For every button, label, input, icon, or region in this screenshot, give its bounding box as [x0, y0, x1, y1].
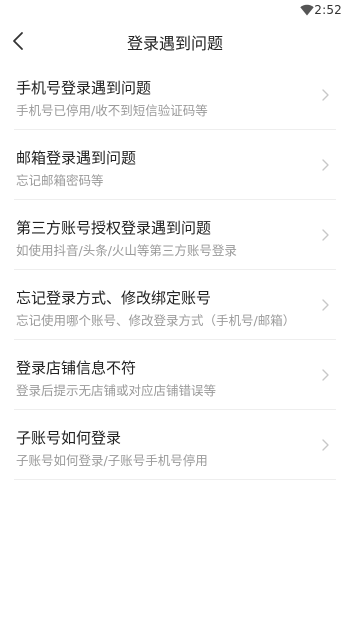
list-item-title: 第三方账号授权登录遇到问题 — [16, 219, 212, 237]
list-item-phone-login[interactable]: 手机号登录遇到问题 手机号已停用/收不到短信验证码等 — [14, 60, 336, 130]
list-item-subtitle: 忘记邮箱密码等 — [16, 173, 104, 188]
list-item-title: 子账号如何登录 — [16, 429, 122, 447]
chevron-right-icon — [322, 229, 329, 241]
nav-bar: 登录遇到问题 — [0, 22, 350, 60]
list-item-sub-account-login[interactable]: 子账号如何登录 子账号如何登录/子账号手机号停用 — [14, 410, 336, 480]
list-item-subtitle: 手机号已停用/收不到短信验证码等 — [16, 103, 208, 118]
chevron-right-icon — [322, 159, 329, 171]
list-item-subtitle: 子账号如何登录/子账号手机号停用 — [16, 453, 208, 468]
status-time: 2:52 — [314, 3, 342, 17]
status-bar: 2:52 — [0, 0, 350, 22]
list-item-title: 忘记登录方式、修改绑定账号 — [16, 289, 212, 307]
chevron-right-icon — [322, 369, 329, 381]
chevron-right-icon — [322, 89, 329, 101]
problem-list: 手机号登录遇到问题 手机号已停用/收不到短信验证码等 邮箱登录遇到问题 忘记邮箱… — [14, 60, 336, 480]
list-item-shop-info-mismatch[interactable]: 登录店铺信息不符 登录后提示无店铺或对应店铺错误等 — [14, 340, 336, 410]
list-item-title: 手机号登录遇到问题 — [16, 79, 152, 97]
list-item-third-party-login[interactable]: 第三方账号授权登录遇到问题 如使用抖音/头条/火山等第三方账号登录 — [14, 200, 336, 270]
wifi-icon — [300, 4, 314, 16]
list-item-subtitle: 忘记使用哪个账号、修改登录方式（手机号/邮箱） — [16, 313, 296, 328]
page-title: 登录遇到问题 — [126, 34, 223, 53]
list-item-title: 登录店铺信息不符 — [16, 359, 137, 377]
list-item-subtitle: 如使用抖音/头条/火山等第三方账号登录 — [16, 243, 237, 258]
list-item-subtitle: 登录后提示无店铺或对应店铺错误等 — [16, 383, 217, 398]
chevron-right-icon — [322, 299, 329, 311]
list-item-forgot-login-method[interactable]: 忘记登录方式、修改绑定账号 忘记使用哪个账号、修改登录方式（手机号/邮箱） — [14, 270, 336, 340]
chevron-right-icon — [322, 439, 329, 451]
list-item-email-login[interactable]: 邮箱登录遇到问题 忘记邮箱密码等 — [14, 130, 336, 200]
list-item-title: 邮箱登录遇到问题 — [16, 149, 137, 167]
